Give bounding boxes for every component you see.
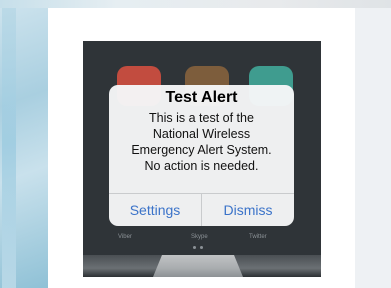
alert-message-line: Emergency Alert System.: [131, 143, 272, 157]
settings-button[interactable]: Settings: [109, 194, 201, 226]
alert-message-line: This is a test of the: [149, 111, 254, 125]
background-right: [355, 0, 391, 288]
page-dot: [193, 246, 196, 249]
dock-label-viber: Viber: [118, 234, 132, 240]
device-base: [83, 255, 321, 277]
alert-message-line: No action is needed.: [144, 159, 259, 173]
phone-screen: Viber Skype Twitter Test Alert This is a…: [83, 41, 321, 277]
page-indicator: [193, 246, 207, 250]
alert-title: Test Alert: [165, 89, 238, 106]
alert-dialog: Test Alert This is a test of the Nationa…: [109, 85, 294, 226]
dock-label-twitter: Twitter: [249, 234, 267, 240]
page-dot: [200, 246, 203, 249]
dock-label-skype: Skype: [191, 234, 208, 240]
dismiss-button[interactable]: Dismiss: [202, 194, 294, 226]
background-stripe: [2, 0, 16, 288]
top-strip: [0, 0, 391, 8]
alert-message: This is a test of the National Wireless …: [109, 110, 294, 174]
alert-message-line: National Wireless: [152, 127, 251, 141]
